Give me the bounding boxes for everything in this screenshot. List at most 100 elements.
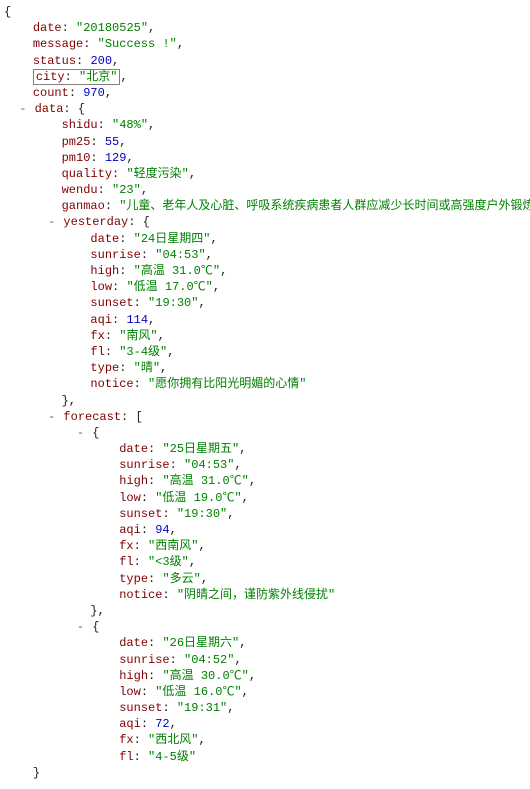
json-string-value: "多云" [162, 572, 200, 586]
json-property: sunset: "19:31" [119, 701, 227, 715]
json-property: date: "26日星期六" [119, 636, 239, 650]
json-key: date [33, 21, 62, 35]
json-key: date [119, 636, 148, 650]
json-line: }, [4, 393, 530, 409]
json-property: date: "20180525" [33, 21, 148, 35]
json-string-value: "Success !" [98, 37, 177, 51]
json-key: shidu [62, 118, 98, 132]
json-property: status: 200 [33, 54, 112, 68]
json-string-value: "阴晴之间，谨防紫外线侵扰" [177, 588, 335, 602]
json-key: forecast [63, 410, 121, 424]
json-property: count: 970 [33, 86, 105, 100]
json-property: sunset: "19:30" [90, 296, 198, 310]
json-key: sunset [90, 296, 133, 310]
json-property: sunrise: "04:53" [90, 248, 205, 262]
json-key: high [90, 264, 119, 278]
json-line: notice: "阴晴之间，谨防紫外线侵扰" [4, 587, 530, 603]
json-line: quality: "轻度污染", [4, 166, 530, 182]
json-bracket-close: } [33, 766, 40, 780]
json-string-value: "高温 30.0℃" [162, 669, 248, 683]
json-line: - forecast: [ [4, 409, 530, 425]
json-line: - yesterday: { [4, 214, 530, 230]
json-line: { [4, 4, 530, 20]
json-key: fl [90, 345, 104, 359]
json-line: sunrise: "04:53", [4, 247, 530, 263]
json-key: low [119, 685, 141, 699]
json-property: fx: "西北风" [119, 733, 198, 747]
json-string-value: "19:31" [177, 701, 227, 715]
json-key: pm25 [62, 135, 91, 149]
json-line: fl: "3-4级", [4, 344, 530, 360]
json-key: sunrise [90, 248, 140, 262]
json-key: wendu [62, 183, 98, 197]
json-line: low: "低温 19.0℃", [4, 490, 530, 506]
json-string-value: "19:30" [148, 296, 198, 310]
json-key: quality [62, 167, 112, 181]
json-key: sunset [119, 701, 162, 715]
json-line: - { [4, 619, 530, 635]
json-line: wendu: "23", [4, 182, 530, 198]
json-property: low: "低温 17.0℃" [90, 280, 212, 294]
json-property: notice: "愿你拥有比阳光明媚的心情" [90, 377, 306, 391]
json-bracket-close: }, [90, 604, 104, 618]
json-line: date: "20180525", [4, 20, 530, 36]
collapse-toggle[interactable]: - [47, 214, 56, 230]
json-bracket-open: { [92, 426, 99, 440]
json-property: fx: "西南风" [119, 539, 198, 553]
json-line: shidu: "48%", [4, 117, 530, 133]
json-line: high: "高温 30.0℃", [4, 668, 530, 684]
json-key: message [33, 37, 83, 51]
json-string-value: "西南风" [148, 539, 198, 553]
json-line: - data: { [4, 101, 530, 117]
json-string-value: "南风" [119, 329, 157, 343]
json-string-value: "低温 17.0℃" [126, 280, 212, 294]
collapse-toggle[interactable]: - [18, 101, 27, 117]
json-line: aqi: 72, [4, 716, 530, 732]
json-line: ganmao: "儿童、老年人及心脏、呼吸系统疾病患者人群应减少长时间或高强度户… [4, 198, 530, 214]
json-string-value: "高温 31.0℃" [134, 264, 220, 278]
json-property: message: "Success !" [33, 37, 177, 51]
json-line: low: "低温 16.0℃", [4, 684, 530, 700]
json-property: fl: "4-5级" [119, 750, 196, 764]
json-property: ganmao: "儿童、老年人及心脏、呼吸系统疾病患者人群应减少长时间或高强度户… [62, 199, 530, 213]
json-property: type: "晴" [90, 361, 160, 375]
json-line: high: "高温 31.0℃", [4, 473, 530, 489]
json-key: count [33, 86, 69, 100]
json-property: aqi: 72 [119, 717, 169, 731]
collapse-toggle[interactable]: - [47, 409, 56, 425]
json-string-value: "23" [112, 183, 141, 197]
json-string-value: "24日星期四" [134, 232, 211, 246]
json-viewer: { date: "20180525", message: "Success !"… [0, 0, 530, 789]
json-line: } [4, 765, 530, 781]
json-string-value: "北京" [79, 70, 117, 84]
json-key: fx [119, 539, 133, 553]
json-key: ganmao [62, 199, 105, 213]
json-key: sunrise [119, 458, 169, 472]
json-string-value: "低温 19.0℃" [155, 491, 241, 505]
json-string-value: "25日星期五" [162, 442, 239, 456]
json-property: sunrise: "04:52" [119, 653, 234, 667]
json-string-value: "轻度污染" [126, 167, 188, 181]
json-property: quality: "轻度污染" [62, 167, 189, 181]
json-key: city [36, 70, 65, 84]
json-string-value: "48%" [112, 118, 148, 132]
json-line: date: "26日星期六", [4, 635, 530, 651]
json-key: fl [119, 750, 133, 764]
json-line: fl: "4-5级" [4, 749, 530, 765]
json-line: pm10: 129, [4, 150, 530, 166]
json-line: sunset: "19:30", [4, 295, 530, 311]
collapse-toggle[interactable]: - [76, 619, 85, 635]
json-key: type [90, 361, 119, 375]
collapse-toggle[interactable]: - [76, 425, 85, 441]
json-property: low: "低温 16.0℃" [119, 685, 241, 699]
json-line: high: "高温 31.0℃", [4, 263, 530, 279]
json-line: sunrise: "04:52", [4, 652, 530, 668]
json-key: yesterday [63, 215, 128, 229]
json-line: fl: "<3级", [4, 554, 530, 570]
json-line: message: "Success !", [4, 36, 530, 52]
json-string-value: "26日星期六" [162, 636, 239, 650]
json-line: notice: "愿你拥有比阳光明媚的心情" [4, 376, 530, 392]
json-property: fx: "南风" [90, 329, 157, 343]
json-key: low [90, 280, 112, 294]
json-property: fl: "<3级" [119, 555, 189, 569]
